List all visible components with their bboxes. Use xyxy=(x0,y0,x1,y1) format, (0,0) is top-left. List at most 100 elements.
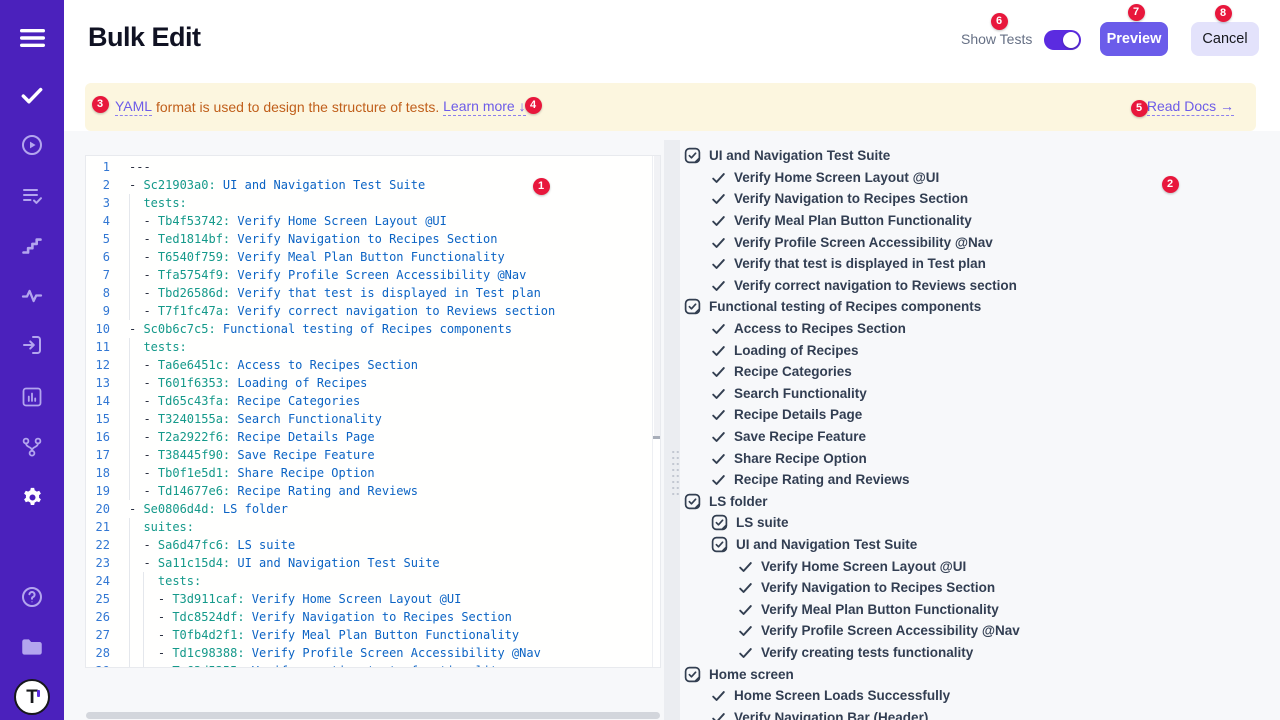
code-line[interactable]: 12 - Ta6e6451c: Access to Recipes Sectio… xyxy=(86,356,652,374)
code-line[interactable]: 11 tests: xyxy=(86,338,652,356)
suite-label: LS suite xyxy=(736,515,789,530)
code-line[interactable]: 15 - T3240155a: Search Functionality xyxy=(86,410,652,428)
tree-suite-row: UI and Navigation Test Suite xyxy=(680,145,1270,167)
vertical-scrollbar-thumb-edge xyxy=(653,436,660,439)
tree-test-row: Verify Navigation to Recipes Section xyxy=(680,577,1270,599)
code-line[interactable]: 26 - Tdc8524df: Verify Navigation to Rec… xyxy=(86,608,652,626)
annotation-badge: 5 xyxy=(1131,100,1148,117)
code-line[interactable]: 29 - Tc63d5355: Verify creating tests fu… xyxy=(86,662,652,668)
runs-play-icon[interactable] xyxy=(0,125,64,165)
show-tests-toggle[interactable] xyxy=(1044,30,1081,50)
projects-folder-icon[interactable] xyxy=(0,627,64,667)
code-line[interactable]: 24 tests: xyxy=(86,572,652,590)
code-line[interactable]: 16 - T2a2922f6: Recipe Details Page xyxy=(86,428,652,446)
annotation-badge: 7 xyxy=(1128,4,1145,21)
annotation-badge: 8 xyxy=(1215,5,1232,22)
cancel-button[interactable]: Cancel xyxy=(1191,22,1259,56)
activity-pulse-icon[interactable] xyxy=(0,276,64,316)
test-check-icon xyxy=(711,278,726,293)
code-line[interactable]: 19 - Td14677e6: Recipe Rating and Review… xyxy=(86,482,652,500)
test-label: Verify Navigation to Recipes Section xyxy=(734,191,968,206)
tree-test-row: Verify that test is displayed in Test pl… xyxy=(680,253,1270,275)
line-number: 4 xyxy=(86,212,129,230)
editor-vertical-scrollbar[interactable] xyxy=(652,156,660,667)
code-line[interactable]: 6 - T6540f759: Verify Meal Plan Button F… xyxy=(86,248,652,266)
app-logo[interactable]: T xyxy=(0,677,64,717)
menu-icon[interactable] xyxy=(0,18,64,58)
code-line[interactable]: 14 - Td65c43fa: Recipe Categories xyxy=(86,392,652,410)
help-icon[interactable] xyxy=(0,577,64,617)
login-icon[interactable] xyxy=(0,325,64,365)
test-check-icon xyxy=(738,645,753,660)
yaml-editor[interactable]: 1---2- Sc21903a0: UI and Navigation Test… xyxy=(85,155,661,668)
code-line[interactable]: 7 - Tfa5754f9: Verify Profile Screen Acc… xyxy=(86,266,652,284)
code-line[interactable]: 20- Se0806d4d: LS folder xyxy=(86,500,652,518)
tree-test-row: Verify Profile Screen Accessibility @Nav xyxy=(680,231,1270,253)
settings-gear-icon[interactable] xyxy=(0,477,64,517)
line-number: 22 xyxy=(86,536,129,554)
code-line[interactable]: 3 tests: xyxy=(86,194,652,212)
tree-test-row: Save Recipe Feature xyxy=(680,426,1270,448)
suite-checkbox-icon xyxy=(684,298,701,315)
yaml-link[interactable]: YAML xyxy=(115,98,152,116)
code-line[interactable]: 22 - Sa6d47fc6: LS suite xyxy=(86,536,652,554)
test-check-icon xyxy=(711,472,726,487)
code-line[interactable]: 5 - Ted1814bf: Verify Navigation to Reci… xyxy=(86,230,652,248)
tree-test-row: Verify Navigation to Recipes Section xyxy=(680,188,1270,210)
tests-check-icon[interactable] xyxy=(0,75,64,115)
code-line[interactable]: 8 - Tbd26586d: Verify that test is displ… xyxy=(86,284,652,302)
code-line[interactable]: 23 - Sa11c15d4: UI and Navigation Test S… xyxy=(86,554,652,572)
test-check-icon xyxy=(711,451,726,466)
test-check-icon xyxy=(711,688,726,703)
test-label: Verify Meal Plan Button Functionality xyxy=(761,602,999,617)
line-number: 13 xyxy=(86,374,129,392)
test-label: Recipe Categories xyxy=(734,364,852,379)
code-area[interactable]: 1---2- Sc21903a0: UI and Navigation Test… xyxy=(86,158,652,668)
panel-resize-handle[interactable] xyxy=(671,449,680,495)
code-line[interactable]: 27 - T0fb4d2f1: Verify Meal Plan Button … xyxy=(86,626,652,644)
line-number: 27 xyxy=(86,626,129,644)
tree-test-row: Verify Meal Plan Button Functionality xyxy=(680,210,1270,232)
test-check-icon xyxy=(711,407,726,422)
test-label: Recipe Details Page xyxy=(734,407,862,422)
line-number: 29 xyxy=(86,662,129,668)
milestones-steps-icon[interactable] xyxy=(0,226,64,266)
line-number: 16 xyxy=(86,428,129,446)
test-plan-list-icon[interactable] xyxy=(0,176,64,216)
preview-tree: UI and Navigation Test SuiteVerify Home … xyxy=(680,145,1270,720)
test-check-icon xyxy=(711,386,726,401)
preview-button[interactable]: Preview xyxy=(1100,22,1168,56)
code-line[interactable]: 9 - T7f1fc47a: Verify correct navigation… xyxy=(86,302,652,320)
line-number: 12 xyxy=(86,356,129,374)
line-number: 2 xyxy=(86,176,129,194)
horizontal-scrollbar-thumb[interactable] xyxy=(86,712,660,719)
line-number: 14 xyxy=(86,392,129,410)
code-line[interactable]: 1--- xyxy=(86,158,652,176)
integrations-branch-icon[interactable] xyxy=(0,427,64,467)
read-docs-link[interactable]: Read Docs → xyxy=(1147,98,1234,116)
learn-more-link[interactable]: Learn more ↓ xyxy=(443,98,525,116)
reports-chart-icon[interactable] xyxy=(0,377,64,417)
code-line[interactable]: 4 - Tb4f53742: Verify Home Screen Layout… xyxy=(86,212,652,230)
test-label: Recipe Rating and Reviews xyxy=(734,472,910,487)
code-line[interactable]: 2- Sc21903a0: UI and Navigation Test Sui… xyxy=(86,176,652,194)
line-number: 6 xyxy=(86,248,129,266)
line-number: 15 xyxy=(86,410,129,428)
line-number: 18 xyxy=(86,464,129,482)
tree-test-row: Verify Navigation Bar (Header) xyxy=(680,706,1270,720)
code-line[interactable]: 10- Sc0b6c7c5: Functional testing of Rec… xyxy=(86,320,652,338)
code-line[interactable]: 17 - T38445f90: Save Recipe Feature xyxy=(86,446,652,464)
annotation-badge: 3 xyxy=(92,96,109,113)
code-line[interactable]: 21 suites: xyxy=(86,518,652,536)
code-line[interactable]: 25 - T3d911caf: Verify Home Screen Layou… xyxy=(86,590,652,608)
code-line[interactable]: 13 - T601f6353: Loading of Recipes xyxy=(86,374,652,392)
code-line[interactable]: 18 - Tb0f1e5d1: Share Recipe Option xyxy=(86,464,652,482)
tree-test-row: Verify creating tests functionality xyxy=(680,642,1270,664)
suite-label: UI and Navigation Test Suite xyxy=(736,537,917,552)
test-check-icon xyxy=(711,170,726,185)
line-number: 1 xyxy=(86,158,129,176)
line-number: 7 xyxy=(86,266,129,284)
code-line[interactable]: 28 - Td1c98388: Verify Profile Screen Ac… xyxy=(86,644,652,662)
tree-test-row: Recipe Rating and Reviews xyxy=(680,469,1270,491)
vertical-scrollbar-thumb[interactable] xyxy=(654,156,660,437)
